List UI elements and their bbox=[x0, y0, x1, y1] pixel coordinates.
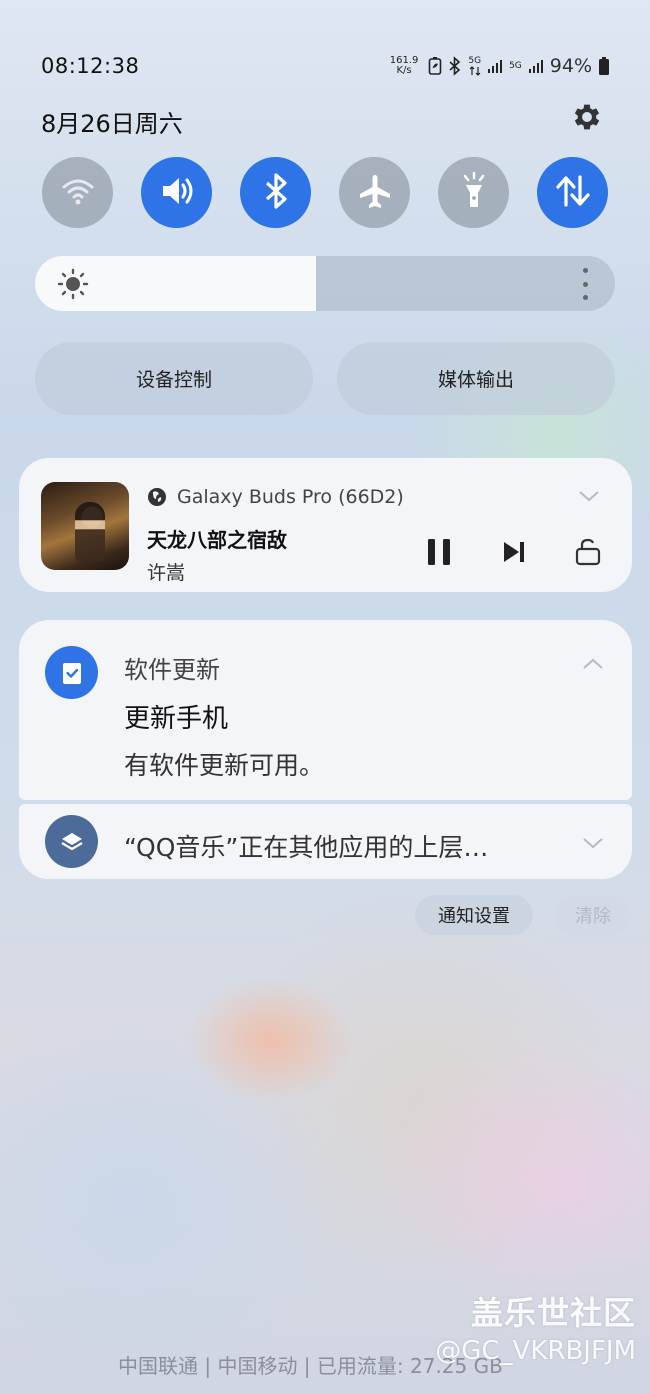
quick-toggles bbox=[42, 157, 608, 228]
notification-body: 有软件更新可用。 bbox=[124, 751, 325, 780]
lock-icon[interactable] bbox=[572, 536, 604, 568]
software-update-notification[interactable]: 软件更新 更新手机 有软件更新可用。 bbox=[19, 620, 632, 800]
toggle-wifi[interactable] bbox=[42, 157, 113, 228]
network-speed: 161.9 K/s bbox=[390, 56, 419, 76]
clock: 08:12:38 bbox=[41, 54, 140, 78]
sim1-network-icon: 5G bbox=[468, 55, 482, 76]
watermark: 盖乐世社区 @GC_VKRBJFJM bbox=[435, 1288, 636, 1366]
chevron-up-icon[interactable] bbox=[582, 656, 604, 670]
brightness-more-icon[interactable] bbox=[581, 268, 589, 300]
notification-title: 更新手机 bbox=[124, 704, 229, 734]
sim2-network-icon: 5G bbox=[509, 60, 522, 71]
media-output-button[interactable]: 媒体输出 bbox=[337, 342, 615, 415]
next-track-button[interactable] bbox=[498, 536, 530, 568]
song-title: 天龙八部之宿敌 bbox=[147, 528, 287, 552]
date-row: 8月26日周六 bbox=[41, 100, 610, 140]
date: 8月26日周六 bbox=[41, 110, 183, 138]
layers-icon bbox=[45, 815, 98, 868]
toggle-mobile-data[interactable] bbox=[537, 157, 608, 228]
chevron-down-icon[interactable] bbox=[582, 835, 604, 849]
output-device-name: Galaxy Buds Pro (66D2) bbox=[177, 486, 404, 508]
speaker-icon bbox=[157, 171, 197, 215]
signal-1-icon bbox=[487, 58, 503, 74]
toggle-bluetooth[interactable] bbox=[240, 157, 311, 228]
sun-icon bbox=[57, 268, 89, 300]
media-player-card[interactable]: Galaxy Buds Pro (66D2) 天龙八部之宿敌 许嵩 bbox=[19, 458, 632, 592]
clear-button[interactable]: 清除 bbox=[555, 895, 631, 935]
battery-saver-icon bbox=[428, 56, 442, 76]
sim2-label: 5G bbox=[509, 60, 522, 71]
brightness-slider[interactable] bbox=[35, 256, 615, 311]
bluetooth-status-icon bbox=[448, 56, 462, 76]
notification-settings-button[interactable]: 通知设置 bbox=[415, 895, 533, 935]
toggle-flashlight[interactable] bbox=[438, 157, 509, 228]
pill-row: 设备控制 媒体输出 bbox=[35, 342, 615, 415]
airplane-icon bbox=[355, 171, 395, 215]
status-bar: 08:12:38 161.9 K/s 5G 5G 94% bbox=[41, 50, 610, 82]
bluetooth-icon bbox=[259, 172, 293, 214]
device-control-button[interactable]: 设备控制 bbox=[35, 342, 313, 415]
flashlight-icon bbox=[457, 171, 491, 215]
notification2-text: “QQ音乐”正在其他应用的上层… bbox=[124, 833, 489, 862]
toggle-airplane-mode[interactable] bbox=[339, 157, 410, 228]
pause-button[interactable] bbox=[423, 536, 455, 568]
artist-name: 许嵩 bbox=[147, 562, 186, 584]
battery-percentage: 94% bbox=[549, 55, 592, 77]
earbuds-icon bbox=[147, 487, 167, 507]
signal-2-icon bbox=[528, 58, 544, 74]
data-arrows-icon bbox=[553, 171, 593, 215]
sim1-label: 5G bbox=[468, 55, 482, 66]
output-device-row: Galaxy Buds Pro (66D2) bbox=[147, 486, 404, 508]
software-update-icon bbox=[45, 646, 98, 699]
status-icons: 161.9 K/s 5G 5G 94% bbox=[390, 50, 610, 82]
watermark-line2: @GC_VKRBJFJM bbox=[435, 1336, 636, 1366]
chevron-down-icon[interactable] bbox=[578, 488, 600, 502]
network-speed-unit: K/s bbox=[396, 65, 412, 76]
battery-icon bbox=[598, 56, 610, 76]
wifi-icon bbox=[60, 173, 96, 213]
settings-gear-icon[interactable] bbox=[570, 100, 604, 134]
qq-music-overlay-notification[interactable]: “QQ音乐”正在其他应用的上层… bbox=[19, 804, 632, 879]
watermark-line1: 盖乐世社区 bbox=[470, 1294, 636, 1332]
toggle-sound[interactable] bbox=[141, 157, 212, 228]
album-art bbox=[41, 482, 129, 570]
notification-app-name: 软件更新 bbox=[124, 656, 220, 684]
